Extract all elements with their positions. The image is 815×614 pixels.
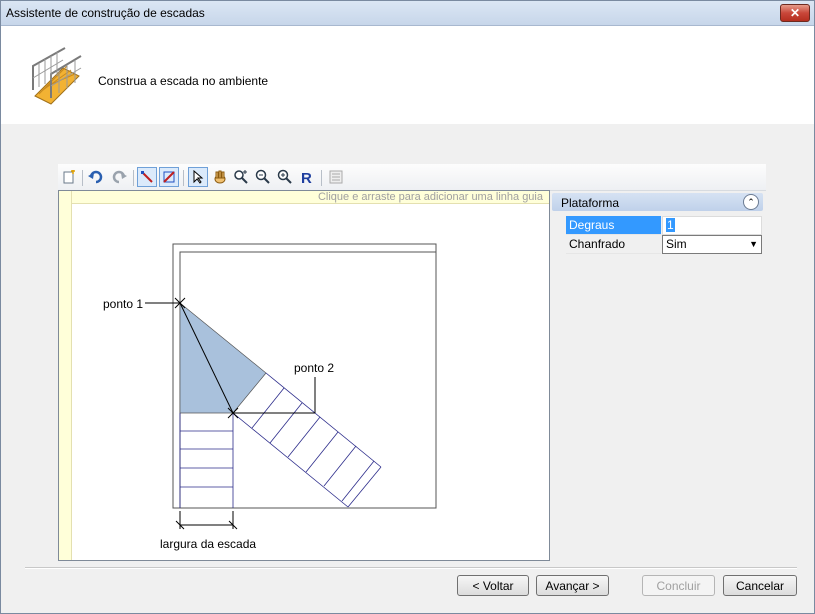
chanfrado-select[interactable]: Sim ▼ (662, 235, 762, 254)
wizard-header: Construa a escada no ambiente (1, 26, 814, 124)
cancel-button[interactable]: Cancelar (723, 575, 797, 596)
steps-lower (179, 413, 234, 508)
close-button[interactable]: ✕ (780, 4, 810, 22)
zoom-window-icon[interactable] (231, 167, 251, 187)
title-bar[interactable]: Assistente de construção de escadas ✕ (1, 1, 814, 26)
property-value-chanfrado[interactable]: Sim ▼ (662, 235, 762, 254)
label-point-2: ponto 2 (294, 361, 335, 375)
toolbar-separator (82, 170, 83, 186)
property-section-header[interactable]: Plataforma ⌃ (552, 193, 763, 211)
property-row-degraus[interactable]: Degraus 1 (566, 216, 762, 235)
collapse-icon[interactable]: ⌃ (743, 194, 759, 210)
finish-button[interactable]: Concluir (642, 575, 715, 596)
property-name: Degraus (566, 216, 661, 235)
window-title: Assistente de construção de escadas (6, 6, 205, 20)
degraus-input[interactable]: 1 (662, 216, 762, 235)
property-row-chanfrado[interactable]: Chanfrado Sim ▼ (566, 235, 762, 254)
stair-wizard-window: Assistente de construção de escadas ✕ Co… (0, 0, 815, 614)
property-name: Chanfrado (566, 235, 661, 254)
label-point-1: ponto 1 (103, 297, 144, 311)
draw-line-icon[interactable] (137, 167, 157, 187)
label-stair-width: largura da escada (160, 537, 257, 551)
drawing-toolbar: R (58, 164, 766, 191)
dropdown-arrow-icon[interactable]: ▼ (749, 236, 758, 253)
drawing-canvas[interactable]: Clique e arraste para adicionar uma linh… (58, 190, 550, 561)
property-section-title: Plataforma (561, 196, 620, 210)
stair-icon (32, 47, 82, 105)
svg-text:R: R (301, 170, 312, 184)
instruction-text: Construa a escada no ambiente (98, 74, 269, 88)
new-icon[interactable] (59, 167, 79, 187)
next-button[interactable]: Avançar > (536, 575, 609, 596)
landing (179, 302, 267, 414)
toolbar-separator (133, 170, 134, 186)
regenerate-icon[interactable]: R (297, 167, 317, 187)
toolbar-separator (183, 170, 184, 186)
stair-plan-drawing (145, 243, 437, 530)
draw-arc-icon[interactable] (159, 167, 179, 187)
undo-icon[interactable] (86, 167, 106, 187)
properties-icon[interactable] (326, 167, 346, 187)
steps-diagonal (232, 372, 382, 508)
property-value-degraus[interactable]: 1 (662, 216, 762, 235)
footer-divider (25, 567, 797, 569)
back-button[interactable]: < Voltar (457, 575, 529, 596)
zoom-in-icon[interactable] (275, 167, 295, 187)
redo-icon[interactable] (109, 167, 129, 187)
toolbar-separator (321, 170, 322, 186)
select-icon[interactable] (188, 167, 208, 187)
zoom-out-icon[interactable] (253, 167, 273, 187)
pan-icon[interactable] (210, 167, 230, 187)
